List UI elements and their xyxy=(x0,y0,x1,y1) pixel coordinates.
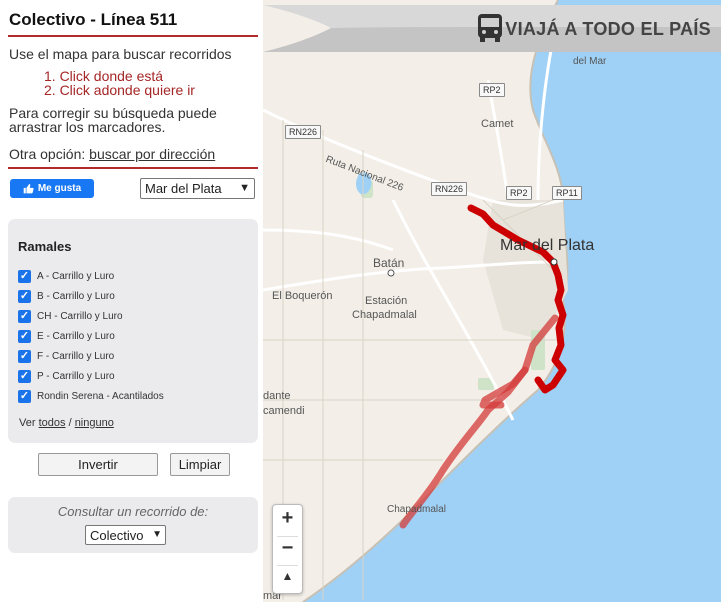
zoom-control: + − ▲ xyxy=(272,504,303,594)
city-select[interactable]: Mar del Plata ▼ xyxy=(140,178,255,199)
ramal-label: A - Carrillo y Luro xyxy=(37,270,115,282)
divider xyxy=(8,167,258,169)
route-shield: RN226 xyxy=(431,182,468,196)
hint-text-line2: arrastrar los marcadores. xyxy=(9,119,166,135)
ramal-item[interactable]: ✓ A - Carrillo y Luro xyxy=(18,268,114,284)
divider xyxy=(8,35,258,37)
step-1-text: 1. Click donde está xyxy=(44,68,164,84)
ramal-label: Rondin Serena - Acantilados xyxy=(37,390,164,402)
map-city-label: Mar del Plata xyxy=(500,237,595,254)
map-label: El Boquerón xyxy=(272,290,333,302)
other-option-label: Otra opción: xyxy=(9,146,86,162)
mode-value: Colectivo xyxy=(90,527,144,543)
checkbox[interactable]: ✓ xyxy=(18,269,31,283)
map-label: Chapadmalal xyxy=(352,309,417,321)
select-none-link[interactable]: ninguno xyxy=(75,417,114,429)
checkbox[interactable]: ✓ xyxy=(18,289,31,303)
ramal-item[interactable]: ✓ E - Carrillo y Luro xyxy=(18,328,115,344)
map-label: Estación xyxy=(365,295,408,307)
map-label: Camet xyxy=(481,118,514,130)
ramal-label: E - Carrillo y Luro xyxy=(37,330,115,342)
sidebar: Colectivo - Línea 511 Use el mapa para b… xyxy=(0,0,263,602)
ramal-label: P - Carrillo y Luro xyxy=(37,370,115,382)
ramal-label: B - Carrillo y Luro xyxy=(37,290,115,302)
step-2-text: 2. Click adonde quiere ir xyxy=(44,82,195,98)
clear-button[interactable]: Limpiar xyxy=(170,453,230,476)
map-label: Chapadmalal xyxy=(387,504,446,515)
town-marker xyxy=(387,269,395,277)
invert-button[interactable]: Invertir xyxy=(38,453,158,476)
ramal-item[interactable]: ✓ B - Carrillo y Luro xyxy=(18,288,115,304)
ramales-panel: Ramales ✓ A - Carrillo y Luro ✓ B - Carril… xyxy=(8,219,258,443)
compass-button[interactable]: ▲ xyxy=(273,569,302,583)
ramales-title: Ramales xyxy=(18,239,72,254)
checkbox[interactable]: ✓ xyxy=(18,369,31,383)
hint-text-line1: Para corregir su búsqueda puede xyxy=(9,105,217,121)
map-label: camendi xyxy=(263,405,305,417)
route-shield: RP2 xyxy=(506,186,532,200)
bus-icon xyxy=(478,14,502,42)
thumbs-up-icon xyxy=(23,184,34,194)
checkbox[interactable]: ✓ xyxy=(18,389,31,403)
instructions-text: Use el mapa para buscar recorridos xyxy=(9,46,232,62)
banner-text: VIAJÁ A TODO EL PAÍS xyxy=(505,19,711,39)
facebook-like-button[interactable]: Me gusta xyxy=(10,179,94,198)
travel-banner[interactable]: VIAJÁ A TODO EL PAÍS xyxy=(263,5,721,52)
transport-mode-select[interactable]: Colectivo ▼ xyxy=(85,525,166,545)
address-search-link[interactable]: buscar por dirección xyxy=(89,146,215,162)
chevron-down-icon: ▼ xyxy=(152,529,162,540)
page-title: Colectivo - Línea 511 xyxy=(9,10,178,29)
city-value: Mar del Plata xyxy=(145,181,222,196)
ramal-item[interactable]: ✓ P - Carrillo y Luro xyxy=(18,368,115,384)
like-label: Me gusta xyxy=(37,183,82,194)
ver-label: Ver xyxy=(19,417,36,429)
select-all-link[interactable]: todos xyxy=(39,417,66,429)
checkbox[interactable]: ✓ xyxy=(18,349,31,363)
zoom-in-button[interactable]: + xyxy=(273,507,302,530)
ramal-item[interactable]: ✓ F - Carrillo y Luro xyxy=(18,348,114,364)
map-label: del Mar xyxy=(573,56,607,67)
ver-line: Ver todos / ninguno xyxy=(19,417,114,429)
route-shield: RP11 xyxy=(552,186,582,200)
ramal-item[interactable]: ✓ CH - Carrillo y Luro xyxy=(18,308,123,324)
zoom-out-button[interactable]: − xyxy=(273,537,302,560)
checkbox[interactable]: ✓ xyxy=(18,309,31,323)
separator: / xyxy=(68,417,72,429)
ramal-label: F - Carrillo y Luro xyxy=(37,350,115,362)
route-shield: RP2 xyxy=(479,83,505,97)
ramal-label: CH - Carrillo y Luro xyxy=(37,310,123,322)
route-shield: RN226 xyxy=(285,125,322,139)
other-option-text: Otra opción: buscar por dirección xyxy=(9,147,215,161)
map[interactable]: Camet Ruta Nacional 226 Mar del Plata Ba… xyxy=(263,0,721,602)
consult-panel: Consultar un recorrido de: Colectivo ▼ xyxy=(8,497,258,553)
map-label: Batán xyxy=(373,256,405,270)
stop-marker xyxy=(550,258,558,266)
checkbox[interactable]: ✓ xyxy=(18,329,31,343)
ramal-item[interactable]: ✓ Rondin Serena - Acantilados xyxy=(18,388,164,404)
chevron-down-icon: ▼ xyxy=(239,182,250,194)
map-label: dante xyxy=(263,390,291,402)
consult-label: Consultar un recorrido de: xyxy=(57,504,209,519)
